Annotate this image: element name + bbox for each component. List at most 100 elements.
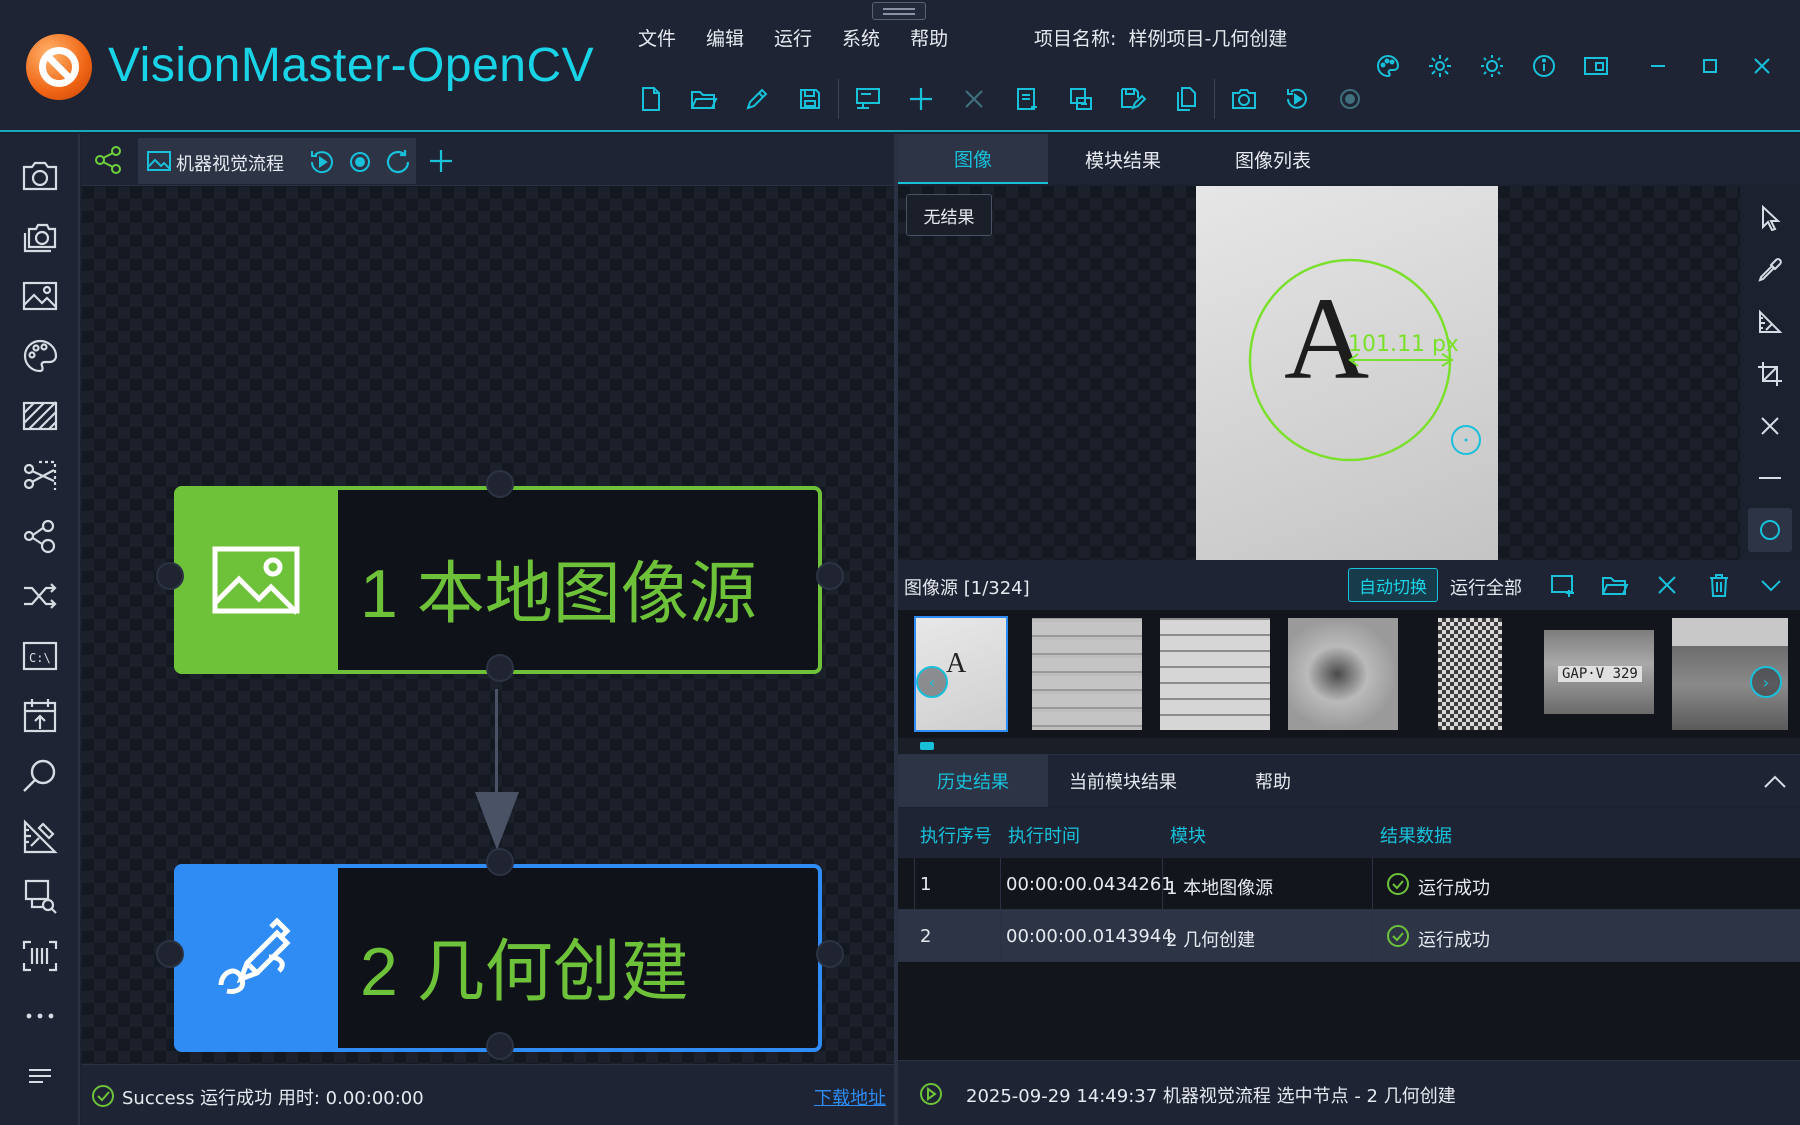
gear-icon[interactable]	[1414, 48, 1466, 84]
camera-tool-icon[interactable]	[18, 154, 62, 198]
menu-run[interactable]: 运行	[774, 24, 812, 51]
table-row[interactable]: 2 00:00:00.0143944 2 几何创建 运行成功	[898, 910, 1800, 962]
delete-x-icon[interactable]	[947, 76, 1000, 122]
eyedropper-icon[interactable]	[1748, 248, 1792, 292]
share-graph-icon[interactable]	[92, 144, 124, 176]
drag-handle[interactable]	[872, 2, 926, 20]
node-port-bottom[interactable]	[486, 1032, 514, 1060]
barcode-scan-icon[interactable]	[18, 934, 62, 978]
info-icon[interactable]	[1518, 48, 1570, 84]
loop-run-icon[interactable]	[384, 148, 412, 176]
column-header[interactable]: 结果数据	[1380, 822, 1452, 848]
auto-switch-button[interactable]: 自动切换	[1348, 568, 1438, 602]
pointer-icon[interactable]	[1748, 196, 1792, 240]
pencil-icon[interactable]	[730, 76, 783, 122]
save-icon[interactable]	[783, 76, 836, 122]
node-port-right[interactable]	[816, 562, 844, 590]
flow-node-geometry-create[interactable]: 2 几何创建	[174, 864, 822, 1052]
run-once-icon[interactable]	[308, 148, 336, 176]
menu-file[interactable]: 文件	[638, 24, 676, 51]
record-icon[interactable]	[346, 148, 374, 176]
document-add-icon[interactable]	[1000, 76, 1053, 122]
cut-region-icon[interactable]	[18, 454, 62, 498]
column-header[interactable]: 执行序号	[920, 822, 992, 848]
trash-icon[interactable]	[1702, 568, 1736, 602]
table-row[interactable]: 1 00:00:00.0434261 1 本地图像源 运行成功	[898, 858, 1800, 910]
more-icon[interactable]	[18, 994, 62, 1038]
tab-module-result[interactable]: 模块结果	[1048, 134, 1198, 184]
circle-tool-icon[interactable]	[1748, 508, 1792, 552]
camera-icon[interactable]	[1217, 76, 1270, 122]
tab-image[interactable]: 图像	[898, 134, 1048, 184]
chevron-left-icon[interactable]: ‹	[916, 666, 948, 698]
column-header[interactable]: 执行时间	[1008, 822, 1080, 848]
open-folder-icon[interactable]	[677, 76, 730, 122]
palette-icon[interactable]	[1362, 48, 1414, 84]
menu-system[interactable]: 系统	[842, 24, 880, 51]
color-palette-icon[interactable]	[18, 334, 62, 378]
image-viewer[interactable]: 无结果 A 101.11 px	[898, 186, 1740, 560]
multi-camera-icon[interactable]	[18, 214, 62, 258]
maximize-icon[interactable]	[1684, 48, 1736, 84]
sun-icon[interactable]	[1466, 48, 1518, 84]
node-port-right[interactable]	[816, 940, 844, 968]
tab-current-module-results[interactable]: 当前模块结果	[1048, 755, 1198, 807]
measure-ruler-icon[interactable]	[18, 814, 62, 858]
node-port-top[interactable]	[486, 470, 514, 498]
thumbnail-item[interactable]	[1438, 618, 1502, 730]
run-once-icon[interactable]	[1270, 76, 1323, 122]
copy-icon[interactable]	[1159, 76, 1212, 122]
node-port-top[interactable]	[486, 848, 514, 876]
image-tool-icon[interactable]	[18, 274, 62, 318]
measure-icon[interactable]	[1748, 300, 1792, 344]
cell-id: 2	[920, 926, 932, 947]
chevron-up-icon[interactable]	[1758, 765, 1792, 799]
menu-help[interactable]: 帮助	[910, 24, 948, 51]
download-link[interactable]: 下载地址	[814, 1084, 886, 1110]
shuffle-icon[interactable]	[18, 574, 62, 618]
blob-nodes-icon[interactable]	[18, 514, 62, 558]
close-x-icon[interactable]	[1748, 404, 1792, 448]
add-region-icon[interactable]	[1546, 568, 1580, 602]
thumbnail-item[interactable]: GAP·V 329	[1544, 630, 1654, 714]
open-folder-icon[interactable]	[1598, 568, 1632, 602]
flow-canvas[interactable]: 1 本地图像源 2 几何创建	[82, 187, 894, 1064]
cell-id: 1	[920, 874, 932, 895]
layout-icon[interactable]	[1570, 48, 1622, 84]
flow-node-local-image-source[interactable]: 1 本地图像源	[174, 486, 822, 674]
menu-edit[interactable]: 编辑	[706, 24, 744, 51]
tab-help[interactable]: 帮助	[1198, 755, 1348, 807]
tab-history-results[interactable]: 历史结果	[898, 755, 1048, 807]
add-icon[interactable]	[894, 76, 947, 122]
minimize-icon[interactable]	[1632, 48, 1684, 84]
thumbnail-item[interactable]	[1032, 618, 1142, 730]
thumbnail-scrollbar[interactable]	[898, 738, 1800, 754]
save-edit-icon[interactable]	[1106, 76, 1159, 122]
chevron-down-icon[interactable]	[1754, 568, 1788, 602]
run-all-button[interactable]: 运行全部	[1450, 574, 1522, 600]
thumbnail-item[interactable]	[1288, 618, 1398, 730]
remove-x-icon[interactable]	[1650, 568, 1684, 602]
calendar-upload-icon[interactable]	[18, 694, 62, 738]
search-icon[interactable]	[18, 754, 62, 798]
print-icon[interactable]	[1053, 76, 1106, 122]
add-flow-icon[interactable]	[426, 146, 456, 176]
tab-machine-vision-flow[interactable]: 机器视觉流程	[138, 138, 416, 184]
tab-image-list[interactable]: 图像列表	[1198, 134, 1348, 184]
hamburger-menu-icon[interactable]	[18, 1054, 62, 1098]
script-terminal-icon[interactable]: C:\	[18, 634, 62, 678]
cell-time: 00:00:00.0434261	[1006, 874, 1173, 895]
classifier-icon[interactable]	[18, 874, 62, 918]
crop-icon[interactable]	[1748, 352, 1792, 396]
pattern-icon[interactable]	[18, 394, 62, 438]
column-header[interactable]: 模块	[1170, 822, 1206, 848]
node-port-bottom[interactable]	[486, 654, 514, 682]
node-port-left[interactable]	[156, 940, 184, 968]
close-icon[interactable]	[1736, 48, 1788, 84]
chevron-right-icon[interactable]: ›	[1750, 666, 1782, 698]
monitor-icon[interactable]	[841, 76, 894, 122]
new-file-icon[interactable]	[624, 76, 677, 122]
node-port-left[interactable]	[156, 562, 184, 590]
thumbnail-item[interactable]	[1160, 618, 1270, 730]
line-tool-icon[interactable]	[1748, 456, 1792, 500]
